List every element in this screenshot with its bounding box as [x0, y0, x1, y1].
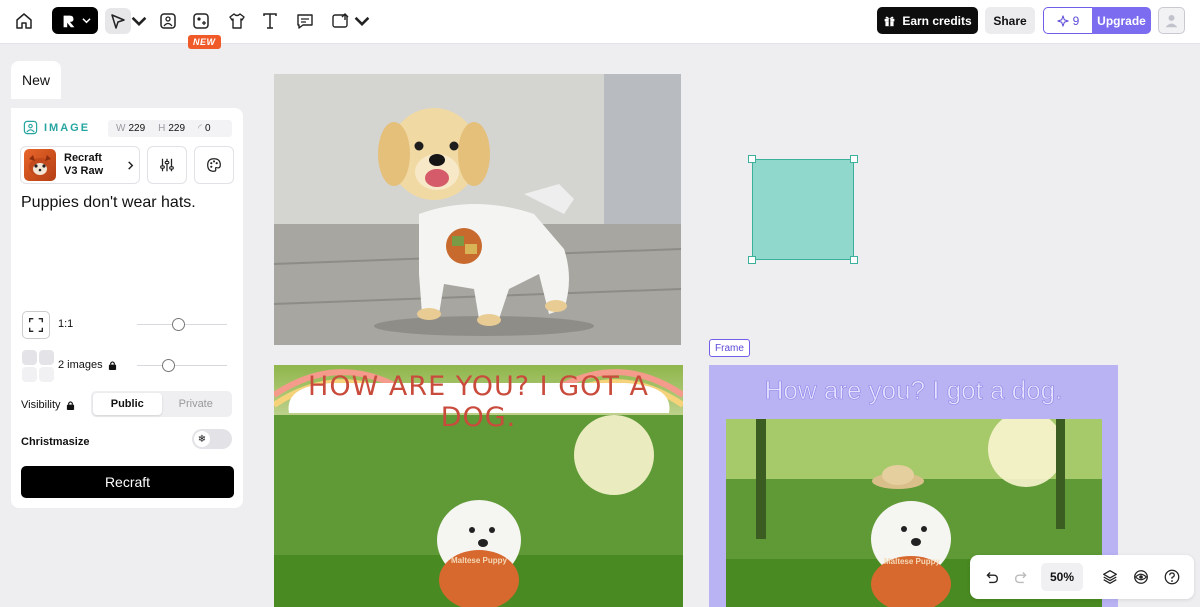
upgrade-button[interactable]: Upgrade: [1092, 7, 1151, 34]
resize-handle[interactable]: [850, 256, 858, 264]
image-type-label: IMAGE: [44, 121, 91, 134]
recraft-button[interactable]: Recraft: [21, 466, 234, 498]
image-count-row: 2 images: [58, 359, 117, 371]
credits-button[interactable]: 9: [1043, 7, 1092, 34]
chevron-right-icon: [128, 160, 134, 170]
help-icon[interactable]: [1158, 563, 1186, 591]
visibility-toggle[interactable]: Public Private: [91, 391, 232, 417]
share-button[interactable]: Share: [985, 7, 1035, 34]
image-count-icon[interactable]: [22, 350, 54, 382]
image-tool-icon[interactable]: [155, 8, 181, 34]
select-tool-icon[interactable]: [105, 8, 131, 34]
earn-credits-button[interactable]: Earn credits: [877, 7, 978, 34]
logo-menu-button[interactable]: [52, 7, 98, 34]
comment-tool-icon[interactable]: [292, 8, 318, 34]
palette-icon: [207, 158, 221, 172]
golden-puppy-illustration: [274, 74, 681, 345]
christmasize-label: Christmasize: [21, 436, 90, 448]
gift-icon: [884, 16, 895, 27]
christmasize-toggle[interactable]: ❄: [192, 429, 232, 449]
new-badge: NEW: [188, 35, 221, 49]
undo-icon[interactable]: [977, 563, 1005, 591]
canvas-image-maltese-caption[interactable]: HOW ARE YOU? I GOT A DOG. Maltese Puppy: [274, 365, 683, 607]
visibility-private-option[interactable]: Private: [162, 393, 231, 415]
image-count-slider-knob[interactable]: [162, 359, 175, 372]
lock-icon: [108, 360, 116, 370]
recraft-logo-icon: [63, 15, 74, 27]
user-icon: [1165, 14, 1178, 28]
panel-header: IMAGE: [23, 120, 90, 135]
width-key: W: [116, 123, 126, 134]
sparkle-icon: [1056, 14, 1069, 27]
home-icon[interactable]: [11, 8, 37, 34]
aspect-ratio-slider-knob[interactable]: [172, 318, 185, 331]
sliders-icon: [160, 158, 174, 172]
earn-credits-label: Earn credits: [902, 13, 972, 28]
dimensions-field[interactable]: W 229 H 229 ◜ 0: [108, 120, 232, 137]
model-name-line1: Recraft: [64, 152, 102, 164]
settings-sliders-button[interactable]: [147, 146, 187, 184]
new-tab[interactable]: New: [11, 61, 61, 99]
height-value[interactable]: 229: [168, 123, 185, 134]
text-tool-icon[interactable]: [257, 8, 283, 34]
generation-panel: IMAGE W 229 H 229 ◜ 0 Recraft V3 Raw Pup…: [11, 108, 243, 508]
aspect-ratio-label: 1:1: [58, 318, 74, 330]
snowflake-icon: ❄: [194, 431, 210, 447]
aspect-ratio-icon[interactable]: [22, 311, 50, 339]
corner-radius-icon: ◜: [198, 123, 202, 134]
chevron-down-icon[interactable]: [131, 8, 147, 34]
top-toolbar: NEW Earn credits Share 9 Upgrade: [0, 0, 1200, 49]
visibility-public-option[interactable]: Public: [93, 393, 162, 415]
canvas-image-golden-puppy[interactable]: [274, 74, 681, 345]
shirt-print-text: Maltese Puppy: [883, 557, 940, 566]
frame-title[interactable]: How are you? I got a dog.: [709, 375, 1118, 406]
resize-handle[interactable]: [748, 155, 756, 163]
image-caption: HOW ARE YOU? I GOT A DOG.: [308, 371, 649, 433]
style-icon[interactable]: [1127, 563, 1155, 591]
credits-count: 9: [1072, 13, 1080, 28]
canvas-controls: 50%: [970, 555, 1194, 599]
radius-value[interactable]: 0: [205, 123, 211, 134]
image-count-label: 2 images: [58, 359, 103, 371]
height-key: H: [158, 123, 166, 134]
chevron-down-icon[interactable]: [354, 8, 370, 34]
upload-tool-icon[interactable]: [328, 8, 354, 34]
zoom-level[interactable]: 50%: [1041, 563, 1083, 591]
model-selector[interactable]: Recraft V3 Raw: [20, 146, 140, 184]
visibility-label: Visibility: [21, 399, 61, 411]
lock-icon: [66, 400, 74, 410]
avatar[interactable]: [1158, 7, 1185, 34]
model-thumbnail: [24, 149, 56, 181]
tshirt-tool-icon[interactable]: [224, 8, 250, 34]
redo-icon[interactable]: [1008, 563, 1036, 591]
layers-icon[interactable]: [1096, 563, 1124, 591]
image-count-slider[interactable]: [137, 365, 227, 366]
selected-shape[interactable]: [752, 159, 854, 260]
shirt-print-text: Maltese Puppy: [450, 556, 507, 565]
image-type-icon: [23, 120, 38, 135]
chevron-down-icon: [81, 18, 91, 24]
resize-handle[interactable]: [850, 155, 858, 163]
visibility-row: Visibility: [21, 399, 75, 411]
prompt-text[interactable]: Puppies don't wear hats.: [21, 194, 196, 212]
width-value[interactable]: 229: [128, 123, 145, 134]
resize-handle[interactable]: [748, 256, 756, 264]
style-palette-button[interactable]: [194, 146, 234, 184]
model-name: Recraft V3 Raw: [64, 152, 118, 178]
mockup-tool-icon[interactable]: [188, 8, 214, 34]
frame-label[interactable]: Frame: [709, 339, 750, 357]
model-name-line2: V3 Raw: [64, 165, 104, 177]
